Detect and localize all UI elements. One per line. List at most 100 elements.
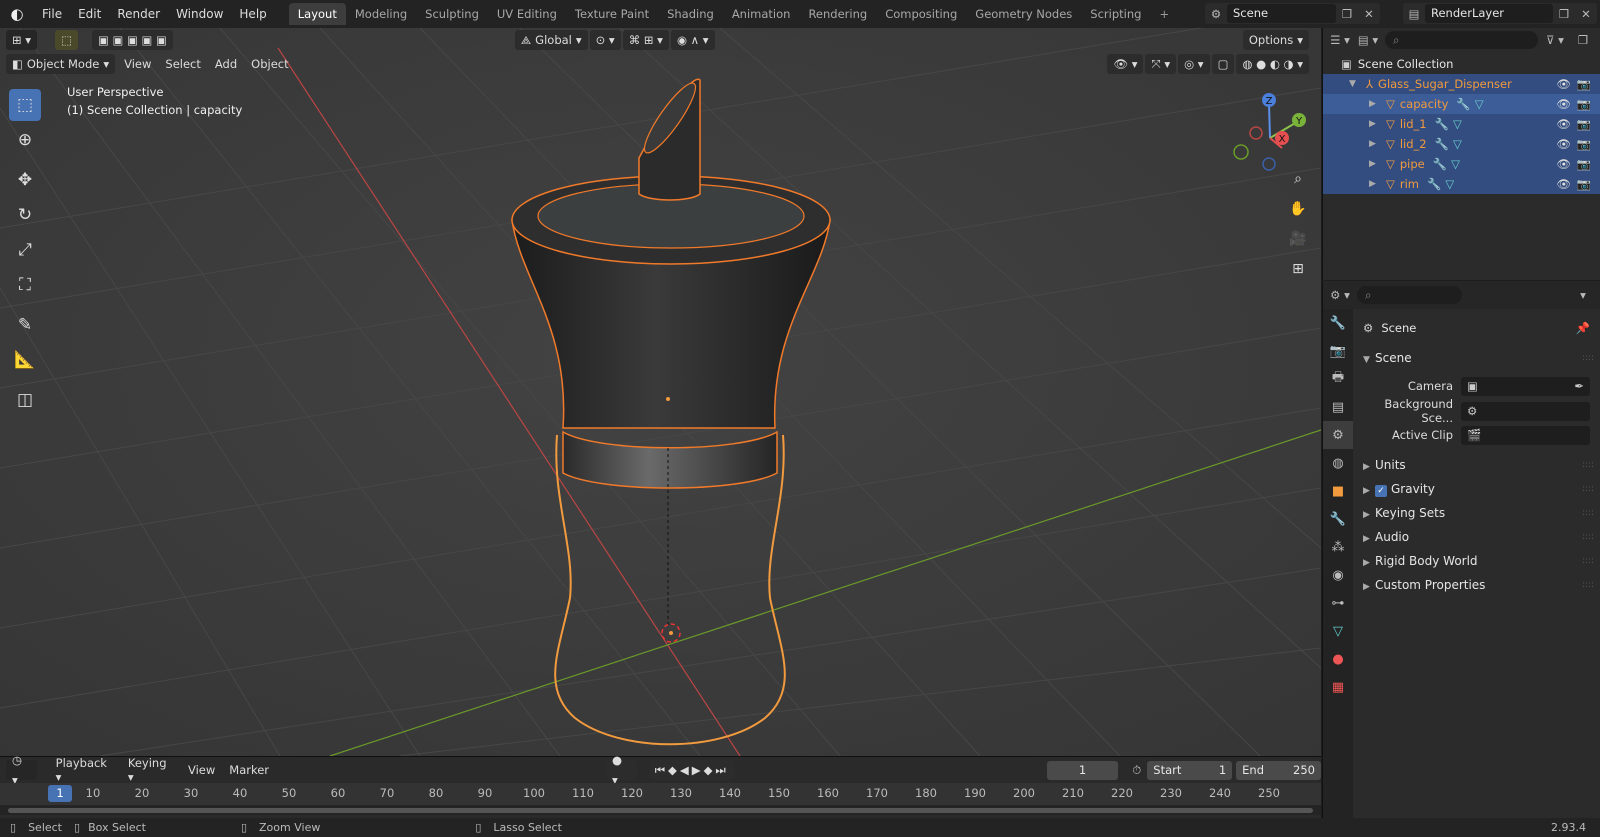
audio-panel-header[interactable]: ▶ Audio::::: [1353, 526, 1600, 548]
texture-tab-icon[interactable]: ▦: [1323, 673, 1353, 701]
options-dropdown[interactable]: Options ▾: [1242, 30, 1309, 50]
render-camera-icon[interactable]: 📷: [1577, 137, 1591, 151]
tab-uv-editing[interactable]: UV Editing: [488, 3, 566, 25]
expand-caret-icon[interactable]: ▶: [1369, 179, 1381, 189]
expand-caret-icon[interactable]: ▶: [1369, 119, 1381, 129]
render-camera-icon[interactable]: 📷: [1577, 97, 1591, 111]
perspective-toggle-icon[interactable]: ⊞: [1285, 256, 1311, 282]
mesh-data-icon[interactable]: ▽: [1445, 177, 1454, 191]
units-panel-header[interactable]: ▶ Units::::: [1353, 454, 1600, 476]
expand-caret-icon[interactable]: ▶: [1369, 99, 1381, 109]
tab-layout[interactable]: Layout: [288, 3, 346, 25]
menu-file[interactable]: File: [34, 7, 70, 21]
menu-add[interactable]: Add: [208, 57, 244, 71]
zoom-icon[interactable]: ⌕: [1285, 166, 1311, 192]
pan-hand-icon[interactable]: ✋: [1285, 196, 1311, 222]
mesh-data-icon[interactable]: ▽: [1475, 97, 1484, 111]
outliner-scene-collection[interactable]: ▣ Scene Collection: [1323, 54, 1600, 74]
tool-tab-icon[interactable]: 🔧: [1323, 309, 1353, 337]
blender-logo-icon[interactable]: ◐: [0, 5, 34, 23]
modifier-wrench-icon[interactable]: 🔧: [1456, 97, 1470, 111]
move-tool-icon[interactable]: ✥: [9, 164, 41, 196]
modifier-wrench-icon[interactable]: 🔧: [1433, 157, 1447, 171]
pin-icon[interactable]: 📌: [1576, 321, 1590, 335]
overlay-toggle[interactable]: ◎ ▾: [1178, 54, 1210, 74]
start-frame-field[interactable]: Start 1: [1147, 760, 1233, 780]
selection-mode-buttons[interactable]: ▣ ▣ ▣ ▣ ▣: [91, 30, 173, 50]
menu-object[interactable]: Object: [244, 57, 295, 71]
menu-help[interactable]: Help: [231, 7, 274, 21]
tab-sculpting[interactable]: Sculpting: [416, 3, 488, 25]
keying-sets-panel-header[interactable]: ▶ Keying Sets::::: [1353, 502, 1600, 524]
scene-tab-icon[interactable]: ⚙: [1323, 421, 1353, 449]
outliner-object-row[interactable]: ▶ ▽ rim 🔧 ▽ 👁 📷: [1323, 174, 1600, 194]
tab-scripting[interactable]: Scripting: [1081, 3, 1150, 25]
menu-playback[interactable]: Playback ▾: [49, 756, 121, 784]
scene-section-header[interactable]: ▼ Scene ::::: [1353, 347, 1600, 369]
outliner-object-row[interactable]: ▶ ▽ pipe 🔧 ▽ 👁 📷: [1323, 154, 1600, 174]
xray-toggle[interactable]: ▢: [1211, 54, 1235, 74]
render-camera-icon[interactable]: 📷: [1577, 177, 1591, 191]
tab-texture-paint[interactable]: Texture Paint: [566, 3, 658, 25]
add-cube-tool-icon[interactable]: ◫: [9, 384, 41, 416]
modifier-wrench-icon[interactable]: 🔧: [1435, 117, 1449, 131]
add-workspace-icon[interactable]: +: [1150, 3, 1170, 25]
visibility-dropdown[interactable]: 👁 ▾: [1107, 54, 1144, 74]
data-tab-icon[interactable]: ▽: [1323, 617, 1353, 645]
outliner-object-row[interactable]: ▶ ▽ capacity 🔧 ▽ 👁 📷: [1323, 94, 1600, 114]
snap-toggle[interactable]: ⌘ ⊞ ▾: [622, 30, 669, 50]
timeline-ruler[interactable]: 1 10 20 30 40 50 60 70 80 90 100 110 120…: [0, 783, 1321, 805]
filter-icon[interactable]: ⊽ ▾: [1544, 33, 1566, 47]
transform-orientation-dropdown[interactable]: ⟁ Global ▾: [514, 30, 588, 50]
visibility-eye-icon[interactable]: 👁: [1556, 97, 1571, 111]
custom-properties-panel-header[interactable]: ▶ Custom Properties::::: [1353, 574, 1600, 596]
world-tab-icon[interactable]: ◍: [1323, 449, 1353, 477]
material-tab-icon[interactable]: ●: [1323, 645, 1353, 673]
view-layer-tab-icon[interactable]: ▤: [1323, 393, 1353, 421]
display-mode-icon[interactable]: ▤ ▾: [1357, 33, 1379, 47]
timeline-scrollbar[interactable]: [0, 805, 1321, 815]
properties-editor-type-icon[interactable]: ⚙ ▾: [1329, 288, 1351, 302]
object-tab-icon[interactable]: ■: [1323, 477, 1353, 505]
gravity-checkbox[interactable]: ✓: [1375, 484, 1387, 497]
tab-modeling[interactable]: Modeling: [346, 3, 416, 25]
visibility-eye-icon[interactable]: 👁: [1556, 137, 1571, 151]
expand-caret-icon[interactable]: ▶: [1369, 139, 1381, 149]
cursor-tool-icon[interactable]: ⊕: [9, 124, 41, 156]
tab-animation[interactable]: Animation: [723, 3, 800, 25]
auto-keying-toggle[interactable]: ● ▾: [606, 753, 637, 787]
menu-keying[interactable]: Keying ▾: [121, 756, 181, 784]
current-frame-field[interactable]: 1: [1046, 760, 1119, 780]
expand-caret-icon[interactable]: ▼: [1349, 79, 1361, 89]
properties-options-icon[interactable]: ▾: [1572, 288, 1594, 302]
gravity-panel-header[interactable]: ▶ ✓ Gravity::::: [1353, 478, 1600, 500]
modifier-wrench-icon[interactable]: 🔧: [1427, 177, 1441, 191]
menu-render[interactable]: Render: [109, 7, 168, 21]
outliner-object-row[interactable]: ▶ ▽ lid_1 🔧 ▽ 👁 📷: [1323, 114, 1600, 134]
3d-viewport[interactable]: ⊞ ▾ ⬚ ▣ ▣ ▣ ▣ ▣ ⟁ Global ▾ ⊙ ▾ ⌘ ⊞ ▾ ◉ ∧…: [0, 28, 1321, 756]
end-frame-field[interactable]: End 250: [1236, 760, 1321, 780]
menu-marker[interactable]: Marker: [222, 763, 276, 777]
active-clip-field[interactable]: 🎬: [1461, 425, 1590, 445]
menu-select[interactable]: Select: [158, 57, 207, 71]
select-box-tool-icon[interactable]: ⬚: [9, 89, 41, 121]
constraints-tab-icon[interactable]: ⊶: [1323, 589, 1353, 617]
particles-tab-icon[interactable]: ⁂: [1323, 533, 1353, 561]
playhead-frame-label[interactable]: 1: [48, 785, 72, 802]
scene-name-field[interactable]: Scene: [1227, 4, 1336, 23]
visibility-eye-icon[interactable]: 👁: [1556, 157, 1571, 171]
output-tab-icon[interactable]: 🖶: [1323, 365, 1353, 393]
transform-tool-icon[interactable]: ⛶: [9, 269, 41, 301]
menu-view[interactable]: View: [117, 57, 158, 71]
visibility-eye-icon[interactable]: 👁: [1556, 117, 1571, 131]
outliner-collection-row[interactable]: ▼ ⅄ Glass_Sugar_Dispenser 👁 📷: [1323, 74, 1600, 94]
tab-rendering[interactable]: Rendering: [799, 3, 876, 25]
outliner-object-row[interactable]: ▶ ▽ lid_2 🔧 ▽ 👁 📷: [1323, 134, 1600, 154]
duplicate-view-layer-icon[interactable]: ❐: [1553, 7, 1575, 21]
outliner-editor-type-icon[interactable]: ☰ ▾: [1329, 33, 1351, 47]
rigid-body-world-panel-header[interactable]: ▶ Rigid Body World::::: [1353, 550, 1600, 572]
scale-tool-icon[interactable]: ⤢: [9, 234, 41, 266]
gizmo-toggle[interactable]: ⤧ ▾: [1145, 54, 1177, 74]
background-scene-field[interactable]: ⚙: [1461, 401, 1590, 421]
render-camera-icon[interactable]: 📷: [1577, 157, 1591, 171]
